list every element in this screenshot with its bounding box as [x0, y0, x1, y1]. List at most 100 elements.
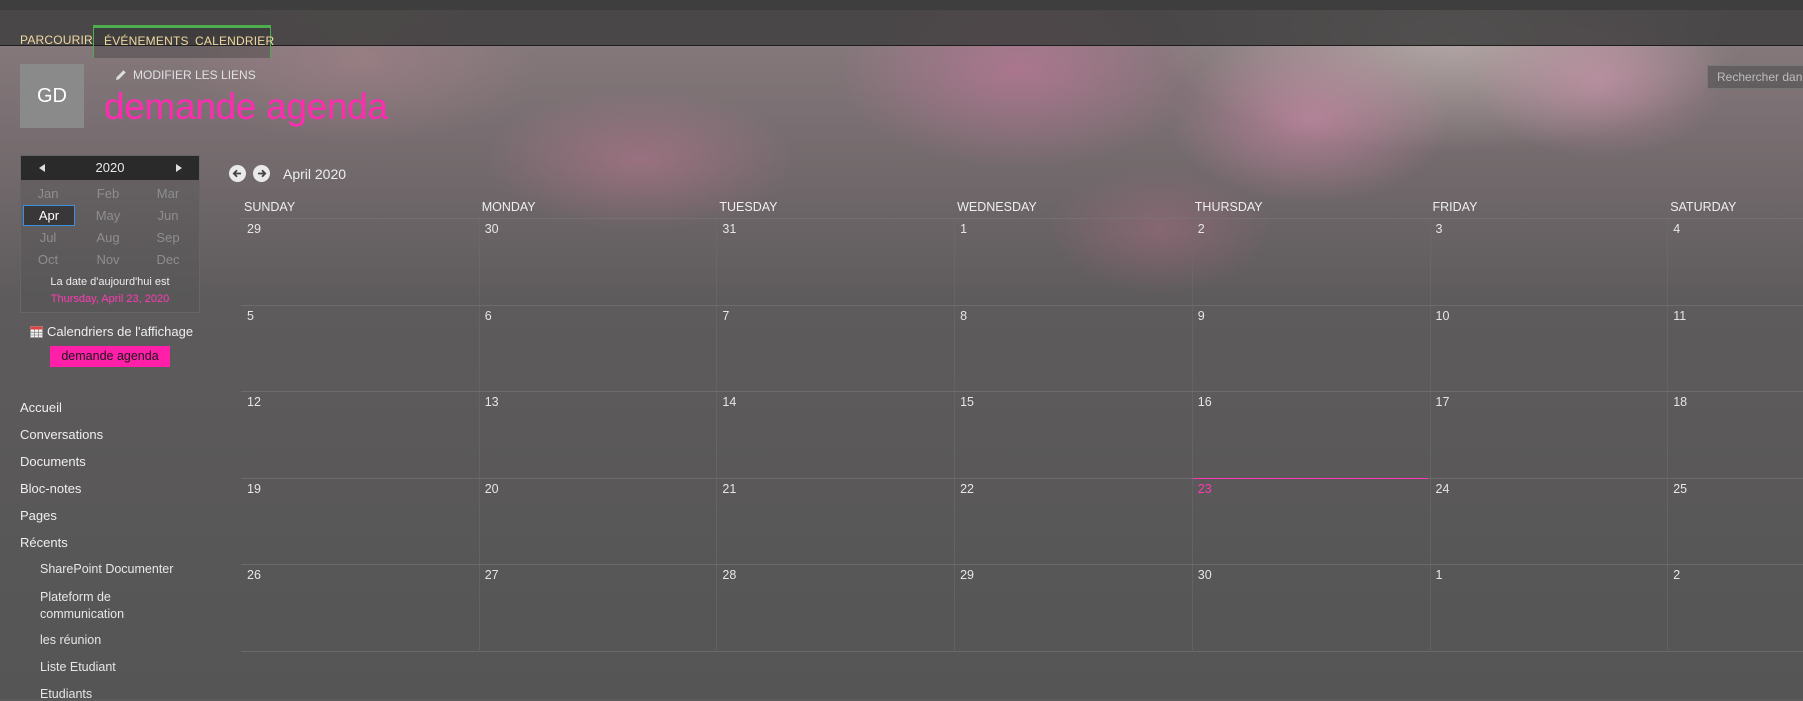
edit-links-button[interactable]: MODIFIER LES LIENS: [115, 68, 256, 82]
day-cell[interactable]: 12: [247, 395, 261, 409]
day-cell[interactable]: 1: [960, 222, 967, 236]
month-nov[interactable]: Nov: [83, 252, 133, 267]
month-mar[interactable]: Mar: [143, 186, 193, 201]
day-cell[interactable]: 17: [1436, 395, 1450, 409]
day-cell[interactable]: 7: [722, 309, 729, 323]
tab-calendrier[interactable]: CALENDRIER: [195, 28, 274, 54]
recent-item[interactable]: Liste Etudiant: [40, 660, 116, 674]
nav-documents[interactable]: Documents: [20, 454, 86, 469]
previous-month-button[interactable]: [229, 165, 246, 182]
column-divider: [1667, 218, 1669, 650]
day-cell[interactable]: 5: [247, 309, 254, 323]
recent-item[interactable]: les réunion: [40, 633, 101, 647]
day-cell[interactable]: 2: [1673, 568, 1680, 582]
date-picker-year: 2020: [95, 160, 125, 175]
day-header: SUNDAY: [244, 200, 296, 214]
recent-item[interactable]: Plateform de communication: [40, 589, 160, 623]
month-sep[interactable]: Sep: [143, 230, 193, 245]
nav-accueil[interactable]: Accueil: [20, 400, 62, 415]
column-divider: [716, 218, 718, 650]
nav-bloc-notes[interactable]: Bloc-notes: [20, 481, 81, 496]
nav-recents[interactable]: Récents: [20, 535, 68, 550]
pencil-icon: [116, 70, 126, 80]
day-cell[interactable]: 29: [247, 222, 261, 236]
tab-evenements[interactable]: ÉVÉNEMENTS: [104, 28, 189, 54]
month-feb[interactable]: Feb: [83, 186, 133, 201]
recent-item[interactable]: SharePoint Documenter: [40, 562, 173, 576]
day-cell[interactable]: 11: [1673, 309, 1686, 323]
day-cell[interactable]: 9: [1198, 309, 1205, 323]
calendar-overlay-pill[interactable]: demande agenda: [50, 346, 170, 367]
date-picker: 2020 Jan Feb Mar Apr May Jun Jul Aug Sep…: [20, 155, 200, 313]
day-cell[interactable]: 6: [485, 309, 492, 323]
tab-group-events: ÉVÉNEMENTS CALENDRIER: [93, 25, 274, 58]
day-cell[interactable]: 1: [1436, 568, 1443, 582]
month-may[interactable]: May: [83, 208, 133, 223]
day-cell[interactable]: 16: [1198, 395, 1212, 409]
today-link[interactable]: Thursday, April 23, 2020: [21, 293, 199, 305]
row-divider: [241, 391, 1803, 392]
day-cell[interactable]: 21: [722, 482, 736, 496]
top-navigation: PARCOURIR ÉVÉNEMENTS CALENDRIER: [0, 10, 1803, 58]
day-cell[interactable]: 22: [960, 482, 974, 496]
row-divider: [241, 304, 1803, 306]
top-strip: [0, 0, 1803, 10]
search-input[interactable]: Rechercher dans: [1707, 65, 1803, 89]
date-picker-header: 2020: [21, 156, 199, 180]
row-divider: [241, 218, 1803, 219]
day-cell[interactable]: 25: [1673, 482, 1687, 496]
page-title[interactable]: demande agenda: [104, 86, 388, 128]
today-label: La date d'aujourd'hui est: [50, 276, 170, 288]
next-month-button[interactable]: [253, 165, 270, 182]
day-cell[interactable]: 20: [485, 482, 499, 496]
day-header: MONDAY: [481, 200, 536, 214]
day-cell[interactable]: 27: [485, 568, 499, 582]
calendars-view: Calendriers de l'affichage: [30, 324, 193, 339]
day-cell[interactable]: 2: [1198, 222, 1205, 236]
column-divider: [1429, 218, 1431, 650]
day-cell[interactable]: 31: [722, 222, 736, 236]
day-cell[interactable]: 19: [247, 482, 261, 496]
day-cell[interactable]: 26: [247, 568, 261, 582]
day-header: SATURDAY: [1670, 200, 1737, 214]
day-cell[interactable]: 3: [1436, 222, 1443, 236]
day-header: FRIDAY: [1432, 200, 1478, 214]
next-year-icon[interactable]: [176, 164, 182, 172]
nav-pages[interactable]: Pages: [20, 508, 57, 523]
row-divider: [241, 564, 1803, 565]
day-cell[interactable]: 13: [485, 395, 499, 409]
day-cell[interactable]: 8: [960, 309, 967, 323]
calendar-month-title: April 2020: [283, 166, 347, 182]
edit-links-label: MODIFIER LES LIENS: [133, 68, 256, 82]
month-jan[interactable]: Jan: [23, 186, 73, 201]
nav-conversations[interactable]: Conversations: [20, 427, 103, 442]
month-apr[interactable]: Apr: [23, 205, 75, 226]
tab-parcourir[interactable]: PARCOURIR: [20, 23, 93, 53]
column-divider: [954, 218, 956, 650]
month-jun[interactable]: Jun: [143, 208, 193, 223]
month-jul[interactable]: Jul: [23, 230, 73, 245]
day-cell[interactable]: 14: [722, 395, 736, 409]
day-cell[interactable]: 24: [1436, 482, 1450, 496]
calendar-grid-icon: [30, 326, 43, 338]
day-cell[interactable]: 10: [1436, 309, 1450, 323]
month-oct[interactable]: Oct: [23, 252, 73, 267]
today-indicator: [1192, 477, 1429, 479]
site-logo[interactable]: GD: [20, 64, 84, 128]
day-cell-today[interactable]: 23: [1198, 482, 1212, 496]
day-cell[interactable]: 28: [722, 568, 736, 582]
day-cell[interactable]: 18: [1673, 395, 1687, 409]
day-cell[interactable]: 30: [1198, 568, 1212, 582]
month-grid: SUNDAY MONDAY TUESDAY WEDNESDAY THURSDAY FRID…: [241, 200, 1803, 652]
month-aug[interactable]: Aug: [83, 230, 133, 245]
arrow-left-icon: [232, 169, 241, 178]
day-header: TUESDAY: [719, 200, 778, 214]
day-cell[interactable]: 30: [485, 222, 499, 236]
day-cell[interactable]: 4: [1673, 222, 1680, 236]
row-divider: [241, 477, 1803, 479]
column-divider: [478, 218, 480, 650]
day-cell[interactable]: 29: [960, 568, 974, 582]
day-cell[interactable]: 15: [960, 395, 974, 409]
day-header: WEDNESDAY: [957, 200, 1037, 214]
month-dec[interactable]: Dec: [143, 252, 193, 267]
